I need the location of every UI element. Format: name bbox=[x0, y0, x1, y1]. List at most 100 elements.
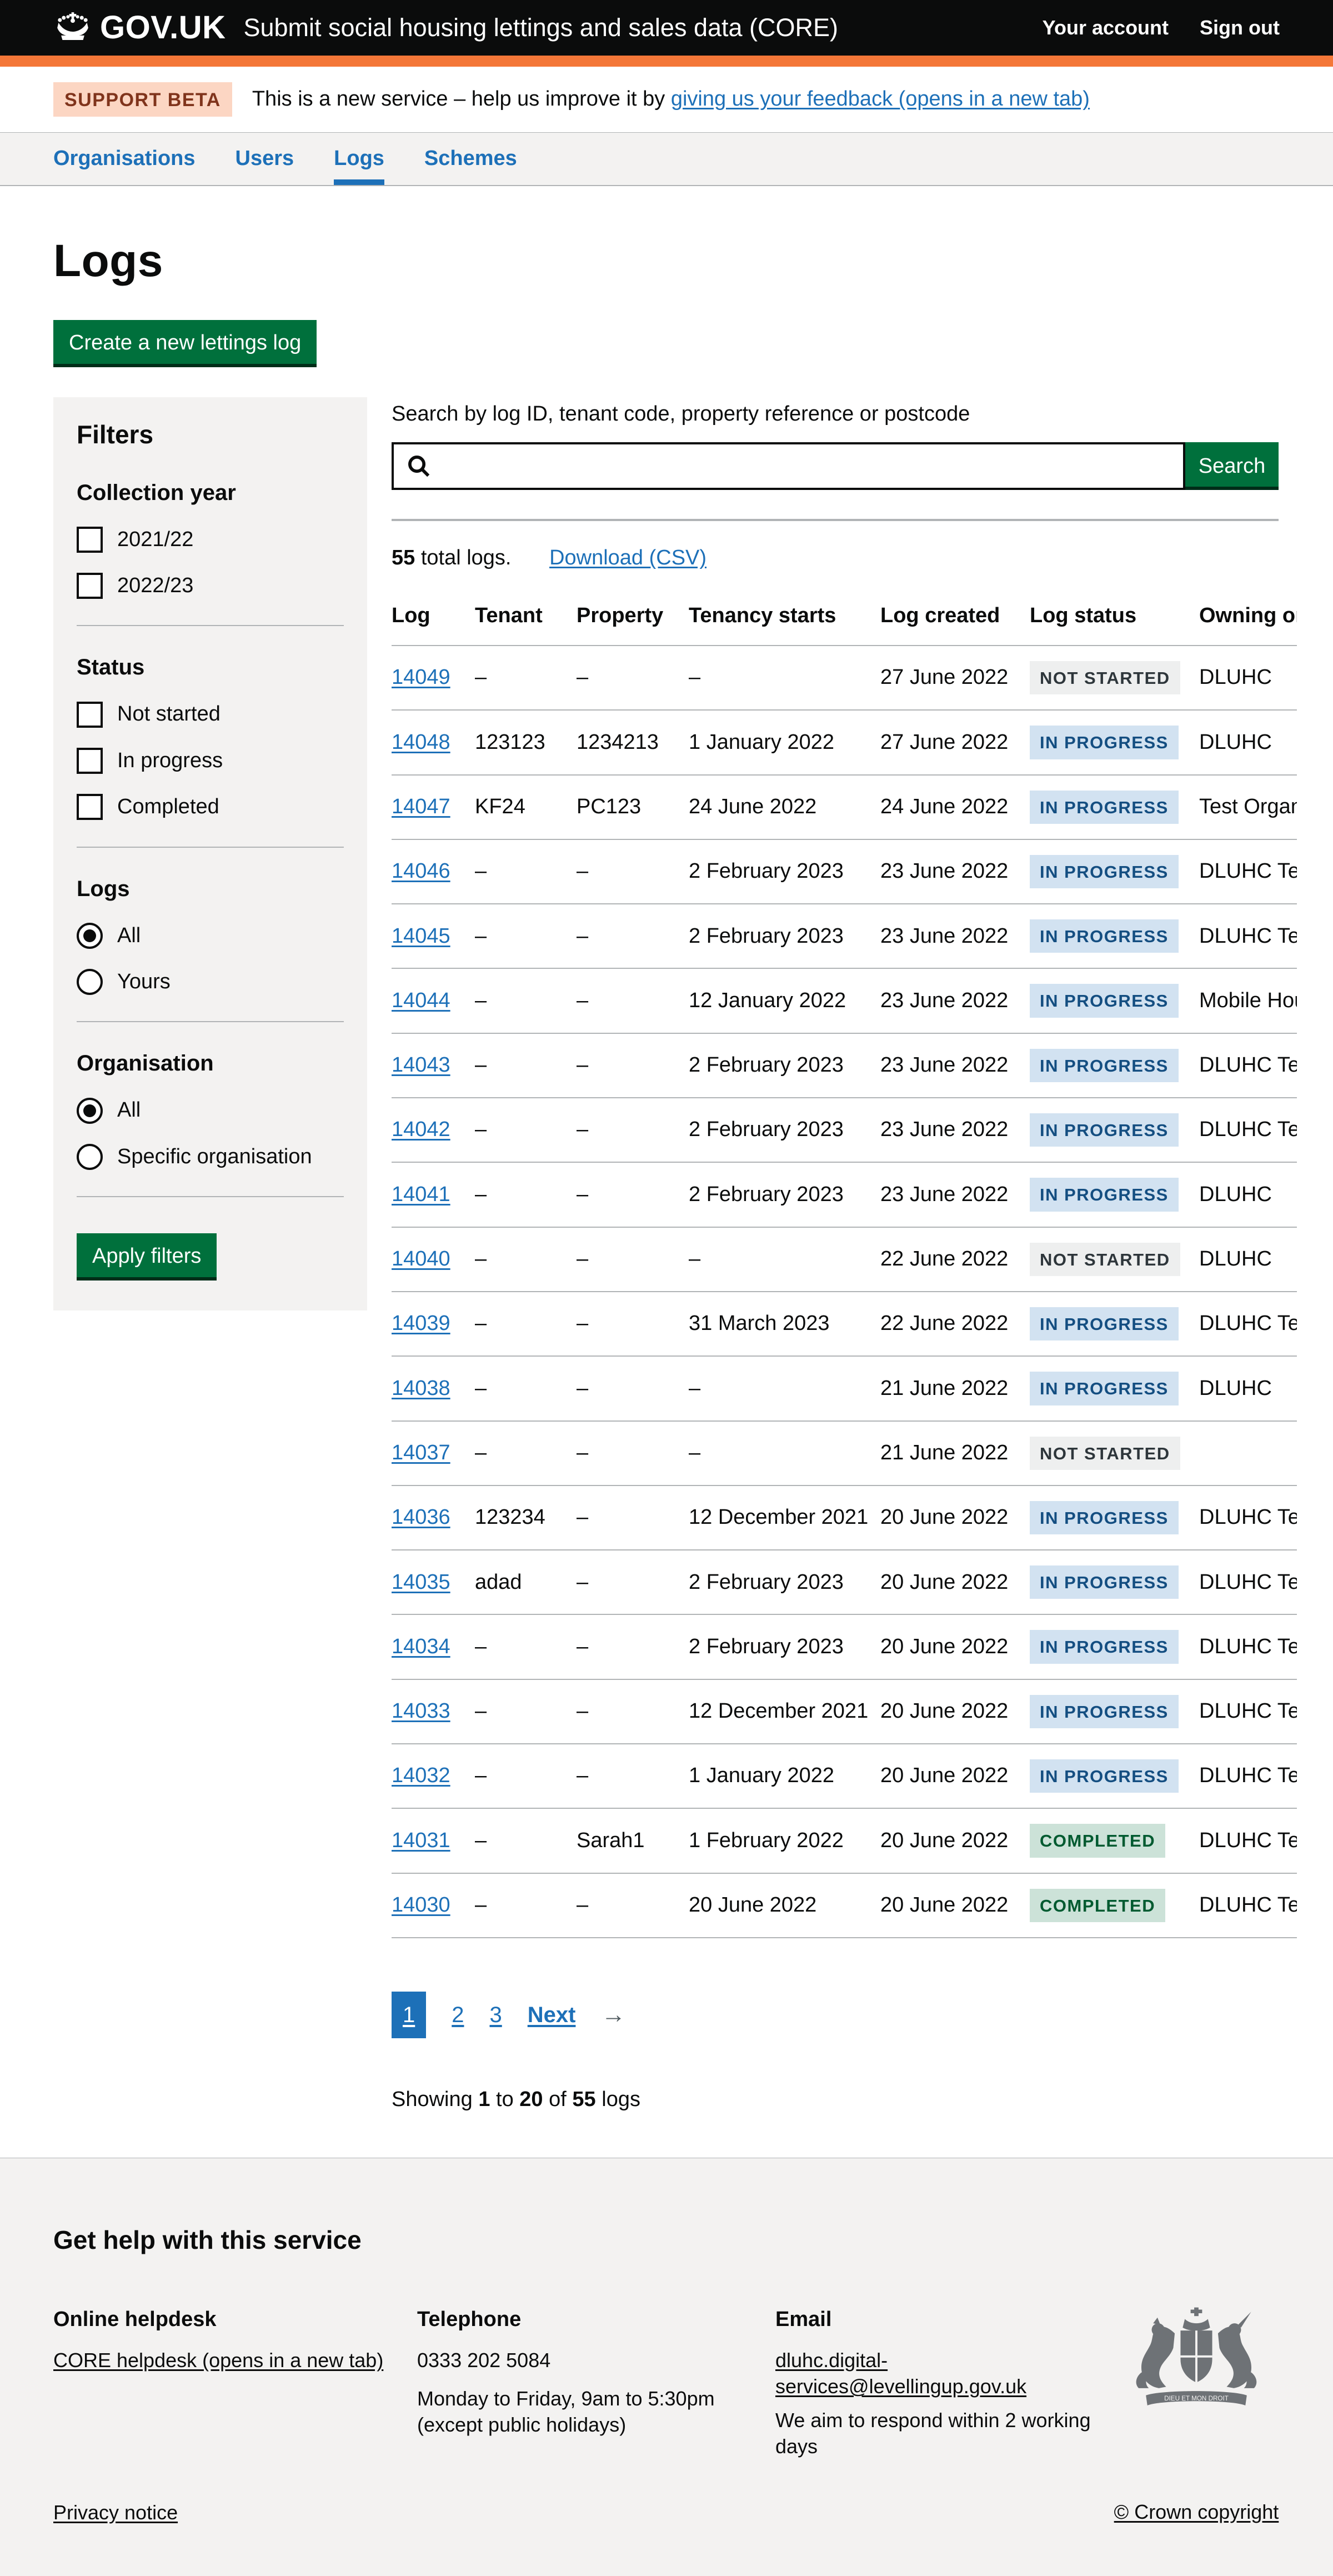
cell-owning-organisation: DLUHC Tes bbox=[1199, 1808, 1297, 1873]
phase-banner: SUPPORT BETA This is a new service – hel… bbox=[0, 67, 1333, 133]
log-link-14033[interactable]: 14033 bbox=[392, 1699, 450, 1723]
feedback-link[interactable]: giving us your feedback (opens in a new … bbox=[671, 87, 1090, 111]
cell-owning-organisation: DLUHC bbox=[1199, 646, 1297, 710]
pagination-next-link[interactable]: Next bbox=[528, 2000, 576, 2029]
log-link-14039[interactable]: 14039 bbox=[392, 1312, 450, 1335]
filter-option-label: Completed bbox=[117, 793, 219, 821]
log-link-14031[interactable]: 14031 bbox=[392, 1829, 450, 1852]
search-button[interactable]: Search bbox=[1185, 442, 1279, 490]
log-link-14049[interactable]: 14049 bbox=[392, 666, 450, 689]
log-link-14037[interactable]: 14037 bbox=[392, 1441, 450, 1464]
table-row: 14038–––21 June 2022IN PROGRESSDLUHC bbox=[392, 1356, 1297, 1420]
log-link-14030[interactable]: 14030 bbox=[392, 1893, 450, 1917]
radio-specific-organisation[interactable] bbox=[77, 1144, 103, 1170]
table-row: 14044––12 January 202223 June 2022IN PRO… bbox=[392, 968, 1297, 1033]
next-arrow-icon: → bbox=[601, 1999, 625, 2030]
nav-link-schemes[interactable]: Schemes bbox=[424, 133, 517, 185]
cell-owning-organisation: DLUHC Tes bbox=[1199, 839, 1297, 904]
cell-owning-organisation: DLUHC Tes bbox=[1199, 1485, 1297, 1550]
cell-tenancy_starts: 2 February 2023 bbox=[689, 1550, 880, 1614]
log-link-14034[interactable]: 14034 bbox=[392, 1635, 450, 1658]
core-helpdesk-link[interactable]: CORE helpdesk (opens in a new tab) bbox=[53, 2349, 383, 2372]
log-link-14043[interactable]: 14043 bbox=[392, 1053, 450, 1077]
nav-link-logs[interactable]: Logs bbox=[334, 133, 384, 185]
royal-arms: DIEU ET MON DROIT bbox=[1113, 2306, 1280, 2460]
cell-property: – bbox=[577, 646, 689, 710]
table-row: 14049–––27 June 2022NOT STARTEDDLUHC bbox=[392, 646, 1297, 710]
status-badge: IN PROGRESS bbox=[1030, 1049, 1179, 1082]
checkbox-2022-23[interactable] bbox=[77, 573, 103, 599]
filter-option-label: 2022/23 bbox=[117, 572, 193, 599]
pagination-page-1[interactable]: 1 bbox=[392, 1992, 426, 2038]
footer-email-column: Email dluhc.digital-services@levellingup… bbox=[775, 2306, 1113, 2460]
footer-heading: Get help with this service bbox=[53, 2224, 1280, 2257]
nav-link-users[interactable]: Users bbox=[235, 133, 294, 185]
cell-tenancy_starts: 31 March 2023 bbox=[689, 1292, 880, 1356]
log-link-14044[interactable]: 14044 bbox=[392, 989, 450, 1012]
column-header-log-status: Log status bbox=[1030, 594, 1199, 646]
status-badge: IN PROGRESS bbox=[1030, 791, 1179, 824]
status-badge: IN PROGRESS bbox=[1030, 984, 1179, 1017]
filter-option-row: In progress bbox=[77, 747, 344, 774]
cell-tenancy_starts: – bbox=[689, 646, 880, 710]
cell-owning-organisation: DLUHC bbox=[1199, 1356, 1297, 1420]
log-link-14042[interactable]: 14042 bbox=[392, 1118, 450, 1141]
checkbox-completed[interactable] bbox=[77, 794, 103, 820]
radio-yours[interactable] bbox=[77, 969, 103, 995]
privacy-notice-link[interactable]: Privacy notice bbox=[53, 2500, 178, 2526]
search-input[interactable] bbox=[432, 444, 1183, 488]
email-link[interactable]: dluhc.digital-services@levellingup.gov.u… bbox=[775, 2349, 1026, 2398]
cell-owning-organisation: DLUHC Tes bbox=[1199, 1679, 1297, 1744]
cell-log_created: 23 June 2022 bbox=[880, 904, 1030, 968]
table-row: 14032––1 January 202220 June 2022IN PROG… bbox=[392, 1744, 1297, 1808]
cell-tenant: 123123 bbox=[475, 710, 577, 774]
govuk-logo-text: GOV.UK bbox=[100, 7, 225, 48]
log-link-14048[interactable]: 14048 bbox=[392, 731, 450, 754]
crown-copyright-link[interactable]: © Crown copyright bbox=[1114, 2500, 1279, 2523]
log-link-14040[interactable]: 14040 bbox=[392, 1247, 450, 1271]
filter-option-row: Yours bbox=[77, 968, 344, 996]
footer-telephone-column: Telephone 0333 202 5084 Monday to Friday… bbox=[417, 2306, 775, 2460]
pagination-page-3[interactable]: 3 bbox=[490, 2000, 502, 2029]
helpdesk-heading: Online helpdesk bbox=[53, 2306, 417, 2333]
checkbox-in-progress[interactable] bbox=[77, 748, 103, 774]
table-row: 14033––12 December 202120 June 2022IN PR… bbox=[392, 1679, 1297, 1744]
cell-log_created: 20 June 2022 bbox=[880, 1485, 1030, 1550]
search-box bbox=[392, 442, 1185, 490]
log-link-14046[interactable]: 14046 bbox=[392, 859, 450, 883]
table-row: 14043––2 February 202323 June 2022IN PRO… bbox=[392, 1033, 1297, 1098]
create-lettings-log-button[interactable]: Create a new lettings log bbox=[53, 320, 317, 364]
radio-all[interactable] bbox=[77, 1098, 103, 1124]
nav-item-organisations: Organisations bbox=[53, 133, 196, 185]
cell-property: Sarah1 bbox=[577, 1808, 689, 1873]
pagination-page-2[interactable]: 2 bbox=[452, 2000, 464, 2029]
logs-table-wrap: LogTenantPropertyTenancy startsLog creat… bbox=[392, 594, 1297, 1938]
cell-owning-organisation: DLUHC Tes bbox=[1199, 1614, 1297, 1679]
sign-out-link[interactable]: Sign out bbox=[1200, 15, 1280, 41]
log-link-14041[interactable]: 14041 bbox=[392, 1183, 450, 1206]
service-name-link[interactable]: Submit social housing lettings and sales… bbox=[243, 12, 838, 44]
log-link-14038[interactable]: 14038 bbox=[392, 1377, 450, 1400]
checkbox-2021-22[interactable] bbox=[77, 527, 103, 553]
cell-property: PC123 bbox=[577, 775, 689, 839]
download-csv-link[interactable]: Download (CSV) bbox=[549, 546, 706, 569]
your-account-link[interactable]: Your account bbox=[1043, 15, 1169, 41]
table-row: 14046––2 February 202323 June 2022IN PRO… bbox=[392, 839, 1297, 904]
log-link-14032[interactable]: 14032 bbox=[392, 1764, 450, 1787]
govuk-logo-link[interactable]: GOV.UK bbox=[53, 7, 225, 48]
log-link-14045[interactable]: 14045 bbox=[392, 924, 450, 948]
nav-link-organisations[interactable]: Organisations bbox=[53, 133, 196, 185]
results-section: Search by log ID, tenant code, property … bbox=[392, 397, 1297, 2114]
log-link-14036[interactable]: 14036 bbox=[392, 1505, 450, 1529]
log-link-14047[interactable]: 14047 bbox=[392, 795, 450, 818]
apply-filters-button[interactable]: Apply filters bbox=[77, 1233, 217, 1277]
column-header-tenant: Tenant bbox=[475, 594, 577, 646]
log-link-14035[interactable]: 14035 bbox=[392, 1570, 450, 1594]
footer: Get help with this service Online helpde… bbox=[0, 2158, 1333, 2576]
cell-owning-organisation: DLUHC Tes bbox=[1199, 904, 1297, 968]
radio-all[interactable] bbox=[77, 923, 103, 949]
checkbox-not-started[interactable] bbox=[77, 702, 103, 728]
cell-tenancy_starts: 2 February 2023 bbox=[689, 839, 880, 904]
cell-owning-organisation: DLUHC Tes bbox=[1199, 1744, 1297, 1808]
cell-tenant: – bbox=[475, 1356, 577, 1420]
